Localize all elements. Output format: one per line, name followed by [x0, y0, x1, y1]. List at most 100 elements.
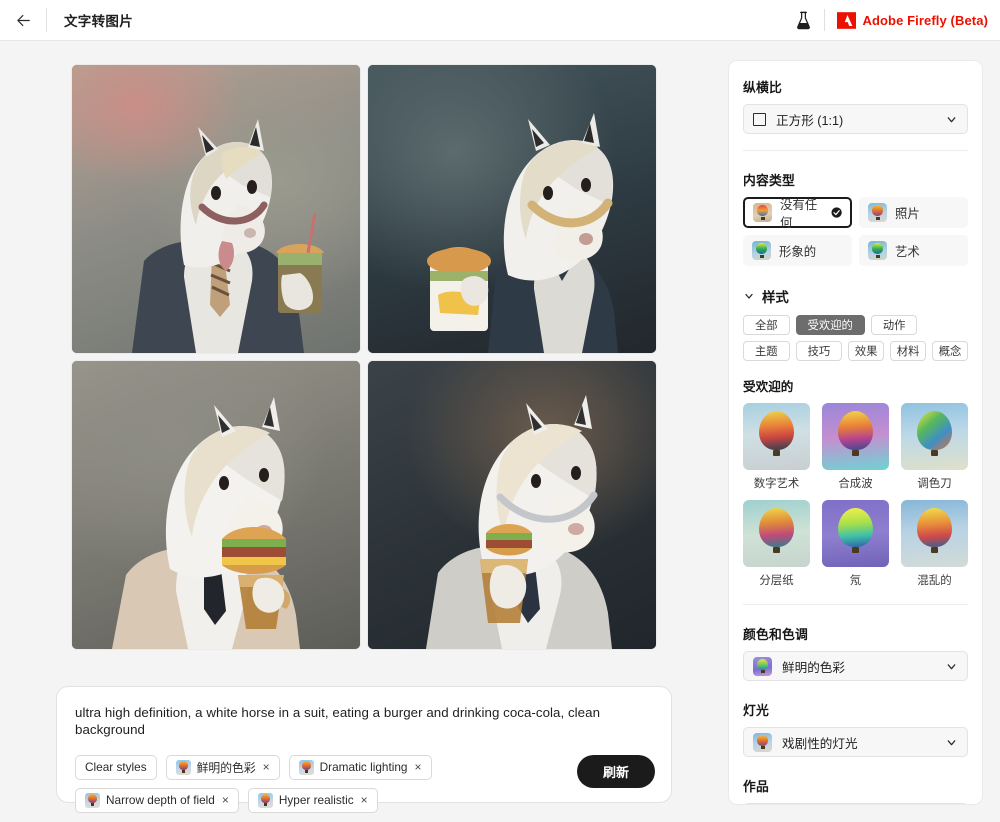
- panel-divider: [743, 150, 968, 151]
- lighting-title: 灯光: [743, 703, 769, 718]
- style-thumbnail-image: [822, 500, 889, 567]
- style-item-label: 氖: [849, 575, 862, 587]
- horse-illustration-3: [112, 397, 300, 649]
- brand-logo[interactable]: Adobe Firefly (Beta): [837, 11, 988, 29]
- style-thumbnail-image: [901, 500, 968, 567]
- remove-chip-icon[interactable]: ×: [222, 794, 229, 806]
- style-filter-materials[interactable]: 材料: [890, 341, 927, 361]
- balloon-thumb-icon: [868, 241, 887, 260]
- content-type-option-graphic[interactable]: 形象的: [743, 235, 852, 266]
- horse-illustration-1: [132, 119, 324, 353]
- clear-styles-button[interactable]: Clear styles: [75, 754, 157, 780]
- settings-panel: 纵横比 正方形 (1:1) 内容类型 没有任何 照片 形象的 艺术 样式 全部 …: [728, 60, 983, 805]
- style-item-chaotic[interactable]: 混乱的: [901, 500, 968, 588]
- style-thumbnail-grid: 数字艺术 合成波 调色刀 分层纸 氖 混乱的: [743, 403, 968, 588]
- balloon-thumb-icon: [257, 792, 273, 808]
- remove-chip-icon[interactable]: ×: [361, 794, 368, 806]
- composition-title: 作品: [743, 779, 769, 794]
- aspect-ratio-select[interactable]: 正方形 (1:1): [743, 104, 968, 134]
- chevron-down-icon: [947, 663, 956, 669]
- chevron-down-icon: [947, 739, 956, 745]
- styles-section-header[interactable]: 样式: [743, 286, 968, 306]
- content-type-label: 照片: [895, 206, 920, 221]
- color-tone-select[interactable]: 鲜明的色彩: [743, 651, 968, 681]
- style-thumbnail-image: [901, 403, 968, 470]
- style-chip-label: 鲜明的色彩: [196, 760, 256, 775]
- style-filter-effects[interactable]: 效果: [848, 341, 885, 361]
- style-chip-hyper-realistic[interactable]: Hyper realistic ×: [247, 787, 378, 813]
- content-type-label: 形象的: [779, 244, 817, 259]
- content-type-grid: 没有任何 照片 形象的 艺术: [743, 197, 968, 266]
- clear-styles-label: Clear styles: [85, 760, 147, 775]
- style-item-neon[interactable]: 氖: [822, 500, 889, 588]
- content-type-option-art[interactable]: 艺术: [859, 235, 968, 266]
- horse-illustration-2: [427, 113, 618, 353]
- generated-image-4[interactable]: [368, 361, 656, 649]
- header-divider-2: [824, 9, 826, 31]
- style-filter-concepts[interactable]: 概念: [932, 341, 968, 361]
- balloon-thumb-icon: [868, 203, 887, 222]
- color-tone-value: 鲜明的色彩: [782, 660, 845, 675]
- style-filter-technique[interactable]: 技巧: [795, 341, 843, 361]
- refresh-button[interactable]: 刷新: [577, 755, 655, 788]
- brand-text: Adobe Firefly (Beta): [862, 12, 988, 28]
- style-thumbnail-image: [822, 403, 889, 470]
- flask-icon-glyph: [797, 11, 810, 29]
- remove-chip-icon[interactable]: ×: [263, 761, 270, 773]
- prompt-bar: ultra high definition, a white horse in …: [56, 686, 672, 813]
- generated-image-1[interactable]: [72, 65, 360, 353]
- balloon-thumb-icon: [752, 241, 771, 260]
- styles-group-title: 受欢迎的: [743, 380, 794, 394]
- chevron-down-icon: [745, 293, 753, 299]
- app-header: 文字转图片 Adobe Firefly (Beta): [0, 0, 1000, 41]
- style-chip-list: Clear styles 鲜明的色彩 × Dramatic lighting ×…: [75, 754, 580, 813]
- panel-divider-2: [743, 604, 968, 605]
- image-art-3: [72, 361, 360, 649]
- prompt-text[interactable]: ultra high definition, a white horse in …: [75, 704, 653, 739]
- content-type-label: 没有任何: [780, 197, 818, 230]
- style-filter-popular[interactable]: 受欢迎的: [795, 315, 865, 335]
- adobe-logo-icon: [837, 11, 857, 29]
- content-type-label: 艺术: [895, 244, 920, 259]
- style-filter-all[interactable]: 全部: [743, 315, 790, 335]
- style-chip-narrow-depth-of-field[interactable]: Narrow depth of field ×: [75, 787, 239, 813]
- lighting-select[interactable]: 戏剧性的灯光: [743, 727, 968, 757]
- aspect-ratio-value: 正方形 (1:1): [776, 113, 844, 128]
- check-circle-icon: [831, 207, 842, 218]
- generated-image-3[interactable]: [72, 361, 360, 649]
- style-item-label: 数字艺术: [753, 478, 800, 490]
- aspect-ratio-title: 纵横比: [743, 80, 782, 95]
- style-item-palette-knife[interactable]: 调色刀: [901, 403, 968, 491]
- content-type-title: 内容类型: [743, 173, 795, 188]
- content-type-option-photo[interactable]: 照片: [859, 197, 968, 228]
- style-filter-movement[interactable]: 动作: [870, 315, 918, 335]
- style-item-digital-art[interactable]: 数字艺术: [743, 403, 810, 491]
- style-chip-label: Narrow depth of field: [106, 793, 215, 808]
- style-chip-vivid-colors[interactable]: 鲜明的色彩 ×: [165, 754, 280, 780]
- balloon-thumb-icon: [753, 656, 772, 676]
- style-filter-pills: 全部 受欢迎的 动作 主题 技巧 效果 材料 概念: [743, 315, 968, 361]
- style-item-synthwave[interactable]: 合成波: [822, 403, 889, 491]
- balloon-thumb-icon: [175, 759, 191, 775]
- balloon-thumb-icon: [85, 792, 100, 808]
- composition-select[interactable]: 窄景深: [743, 803, 968, 804]
- generated-image-2[interactable]: [368, 65, 656, 353]
- image-art-4: [368, 361, 656, 649]
- image-art-2: [368, 65, 656, 353]
- generated-image-grid: [72, 65, 656, 654]
- remove-chip-icon[interactable]: ×: [415, 761, 422, 773]
- style-chip-dramatic-lighting[interactable]: Dramatic lighting ×: [288, 754, 432, 780]
- chevron-down-icon: [947, 116, 956, 122]
- horse-illustration-4: [426, 395, 612, 649]
- style-filter-theme[interactable]: 主题: [743, 341, 790, 361]
- balloon-thumb-icon: [753, 203, 772, 222]
- main-stage: ultra high definition, a white horse in …: [0, 41, 1000, 822]
- square-icon: [753, 112, 766, 126]
- content-type-option-none[interactable]: 没有任何: [743, 197, 852, 230]
- style-item-label: 分层纸: [759, 575, 794, 587]
- back-button[interactable]: [0, 0, 46, 41]
- style-chip-label: Dramatic lighting: [319, 760, 408, 775]
- style-item-layered-paper[interactable]: 分层纸: [743, 500, 810, 588]
- style-item-label: 调色刀: [917, 478, 952, 490]
- flask-icon[interactable]: [786, 11, 820, 30]
